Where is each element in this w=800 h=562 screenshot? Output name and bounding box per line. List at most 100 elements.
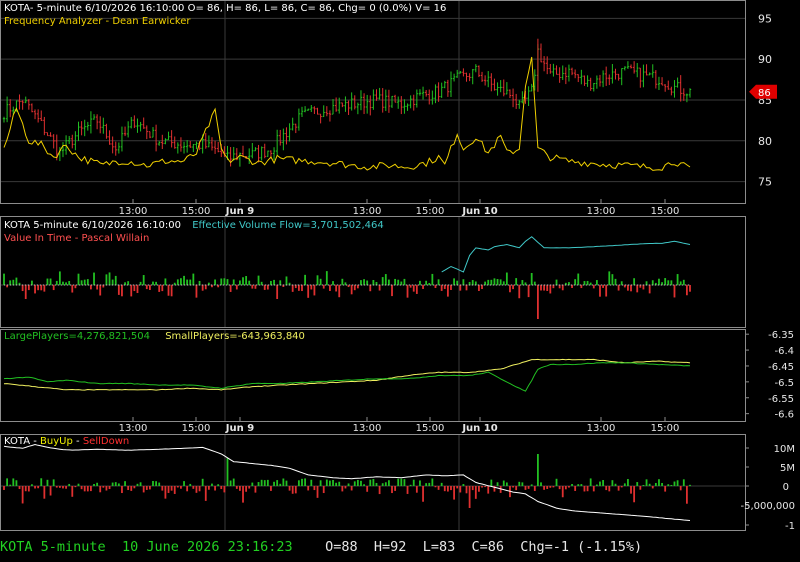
buyup-bar bbox=[533, 486, 536, 491]
volume-bar bbox=[152, 281, 154, 285]
buyup-bar bbox=[183, 481, 185, 486]
volume-bar bbox=[189, 279, 192, 285]
volume-bar bbox=[605, 285, 608, 297]
volume-bar bbox=[614, 278, 617, 285]
volume-bar bbox=[400, 281, 403, 285]
buyup-bar bbox=[77, 483, 80, 486]
volume-bar bbox=[577, 273, 580, 285]
volume-bar bbox=[71, 285, 74, 293]
volume-bar bbox=[428, 282, 431, 285]
buyup-bar bbox=[260, 479, 263, 486]
volume-bar bbox=[266, 285, 269, 290]
buyup-bar bbox=[83, 486, 86, 492]
buyup-bar bbox=[229, 480, 232, 486]
volume-bar bbox=[350, 285, 353, 295]
volume-bar bbox=[388, 279, 390, 285]
buyup-bar bbox=[263, 480, 266, 486]
volume-bar bbox=[46, 278, 49, 285]
buyup-bar bbox=[614, 483, 617, 486]
volume-bar bbox=[394, 278, 397, 285]
volume-bar bbox=[363, 279, 365, 285]
buyup-bar bbox=[142, 486, 145, 493]
buyup-bar bbox=[220, 486, 223, 490]
volume-bar bbox=[310, 285, 313, 290]
volume-bar bbox=[437, 279, 440, 285]
buyup-bar bbox=[96, 482, 99, 486]
volume-bar bbox=[496, 279, 499, 285]
volume-bar bbox=[415, 285, 418, 294]
volume-bar bbox=[685, 285, 688, 296]
volume-bar bbox=[608, 271, 611, 285]
price-tag-label: 86 bbox=[758, 88, 771, 99]
volume-bar bbox=[117, 285, 120, 295]
buyup-bar bbox=[266, 479, 269, 486]
volume-bar bbox=[583, 281, 586, 285]
buyup-bar bbox=[34, 486, 36, 489]
volume-bar bbox=[335, 285, 338, 292]
volume-bar bbox=[384, 274, 387, 285]
buyup-bar bbox=[384, 482, 387, 486]
buyup-bar bbox=[611, 480, 614, 486]
buyup-bar bbox=[642, 484, 645, 486]
players-y-tick: -6.6 bbox=[774, 410, 794, 421]
volume-bar bbox=[627, 285, 629, 291]
buyup-bar bbox=[583, 486, 586, 492]
volume-bar bbox=[3, 273, 5, 285]
buyup-bar bbox=[282, 478, 285, 486]
evf-label: Effective Volume Flow=3,701,502,464 bbox=[192, 220, 384, 231]
volume-bar bbox=[670, 280, 673, 285]
volume-bar bbox=[502, 281, 505, 285]
volume-bar bbox=[642, 285, 645, 290]
volume-bar bbox=[493, 278, 496, 285]
buyup-bar bbox=[46, 479, 49, 486]
buyup-bar bbox=[512, 486, 514, 488]
buyup-bar bbox=[602, 480, 604, 486]
buyup-bar bbox=[592, 486, 595, 492]
volume-bar bbox=[682, 279, 685, 285]
volume-bar bbox=[633, 278, 636, 285]
buyup-bar bbox=[406, 486, 409, 494]
volume-bar bbox=[161, 285, 164, 292]
volume-bar bbox=[220, 278, 223, 285]
volume-bar bbox=[145, 285, 148, 290]
buyup-bar bbox=[409, 484, 412, 486]
x-tick-label: 13:00 bbox=[119, 206, 148, 217]
buyup-bar bbox=[353, 481, 356, 486]
buyup-bar bbox=[49, 486, 52, 496]
volume-bar bbox=[313, 285, 316, 296]
buyup-bar bbox=[74, 486, 77, 488]
buyup-bar bbox=[378, 486, 381, 495]
x-tick-label: 13:00 bbox=[587, 206, 616, 217]
volume-bar bbox=[617, 285, 620, 291]
small-players-label: SmallPlayers=-643,963,840 bbox=[165, 331, 305, 342]
buyup-bar bbox=[372, 478, 375, 486]
status-symbol: KOTA bbox=[0, 539, 33, 555]
volume-bar bbox=[431, 273, 434, 285]
buyup-bar bbox=[605, 486, 608, 491]
x-tick-label: 15:00 bbox=[416, 423, 445, 434]
volume-bar bbox=[546, 285, 549, 291]
buyup-label: BuyUp bbox=[40, 436, 73, 447]
volume-bar bbox=[403, 278, 406, 285]
buyup-bar bbox=[350, 486, 353, 491]
buyup-bar bbox=[530, 484, 533, 486]
buyup-bar bbox=[589, 478, 592, 486]
buyup-bar bbox=[251, 482, 254, 486]
stock-chart[interactable]: 758085909513:00 15:00 Jun 9 13:00 15:00 Jun 1… bbox=[0, 0, 800, 562]
buyup-bar bbox=[627, 479, 629, 486]
buyup-bar bbox=[599, 481, 601, 486]
volume-bar bbox=[512, 285, 514, 290]
buyup-bar bbox=[285, 480, 288, 486]
buyup-bar bbox=[363, 484, 365, 486]
buyup-bar bbox=[490, 479, 493, 486]
buyup-bar bbox=[450, 486, 452, 491]
buyup-bar bbox=[297, 480, 300, 486]
volume-bar bbox=[490, 279, 493, 285]
volume-bar bbox=[499, 279, 502, 285]
effective-volume-flow-line bbox=[441, 236, 691, 273]
price-y-tick: 90 bbox=[758, 53, 772, 66]
volume-bar bbox=[658, 278, 660, 285]
volume-bar bbox=[297, 285, 300, 291]
buyup-bar bbox=[561, 486, 564, 498]
buyup-bar bbox=[440, 482, 443, 486]
